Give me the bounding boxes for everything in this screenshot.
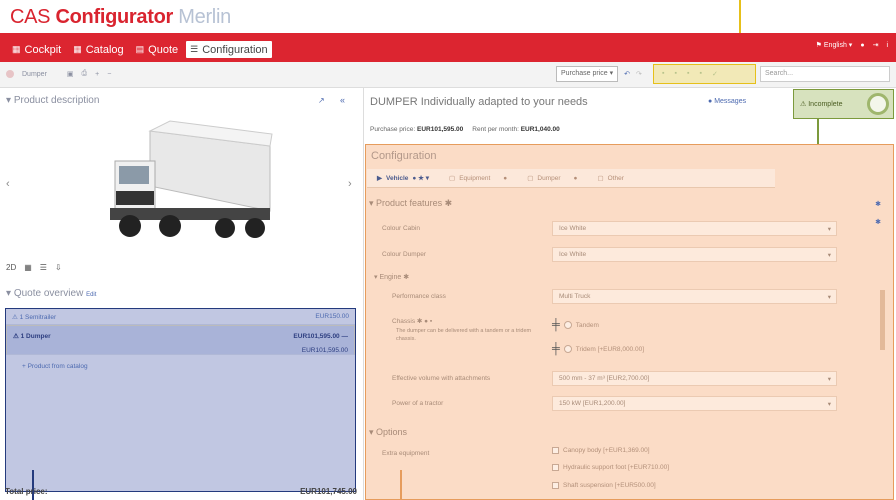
list-icon: ▤ (135, 44, 145, 54)
star-icon: ✱ (875, 219, 881, 226)
messages-link[interactable]: ● Messages (708, 98, 746, 105)
colour-cabin-select[interactable]: Ice White ▾ (552, 221, 837, 236)
language-select[interactable]: ⚑ English ▾ (816, 41, 853, 49)
user-icon[interactable]: ● (860, 42, 864, 49)
performance-label: Performance class (392, 293, 446, 300)
axle-icon: ╪ (552, 319, 560, 331)
truck-image (110, 120, 273, 238)
nav-configuration[interactable]: ☰ Configuration (186, 41, 272, 58)
collapse-icon[interactable]: « (340, 95, 345, 105)
quote-row-selected[interactable]: ⚠ 1 Dumper EUR101,595.00 — EUR101,595.00 (6, 325, 355, 355)
add-product-link[interactable]: + Product from catalog (6, 355, 355, 378)
external-link-icon[interactable]: ↗ (318, 96, 325, 105)
colour-dumper-label: Colour Dumper (382, 251, 427, 258)
info-icon[interactable]: i (886, 42, 888, 49)
edit-link[interactable]: Edit (86, 292, 96, 298)
chart-icon: ▦ (12, 44, 21, 54)
search-input[interactable]: Search... (760, 66, 890, 82)
axle-icon: ╪ (552, 343, 560, 355)
logout-icon[interactable]: ⇥ (873, 41, 879, 49)
tridem-option[interactable]: ╪ Tridem [+EUR8,000.00] (552, 343, 644, 355)
product-name: Dumper (22, 70, 47, 78)
product-title: DUMPER Individually adapted to your need… (370, 96, 588, 108)
extra-equipment-label: Extra equipment (382, 450, 430, 457)
extra-checkbox[interactable]: Shaft suspension [+EUR500.00] (552, 482, 656, 489)
print-icon[interactable]: ⎙ (82, 70, 88, 78)
tab-other[interactable]: ▢ Other (588, 169, 634, 187)
scrollbar[interactable] (880, 290, 885, 350)
config-callout-line (400, 470, 402, 500)
check-icon[interactable]: ✓ (712, 70, 718, 78)
progress-ring (867, 93, 889, 115)
colour-dumper-select[interactable]: Ice White ▾ (552, 247, 837, 262)
view-2d-button[interactable]: 2D (6, 263, 16, 272)
volume-label: Effective volume with attachments (392, 375, 491, 382)
main-nav: ▦ Cockpit ▦ Catalog ▤ Quote ☰ Configuration … (0, 33, 896, 62)
chassis-description: The dumper can be delivered with a tande… (396, 328, 532, 342)
extra-checkbox[interactable]: Hydraulic support foot [+EUR710.00] (552, 464, 669, 471)
brand-merlin: Merlin (178, 6, 231, 28)
options-header[interactable]: ▾ Options (369, 427, 407, 438)
price-summary: Purchase price: EUR101,595.00 Rent per m… (370, 126, 560, 133)
colour-cabin-label: Colour Cabin (382, 225, 420, 232)
power-select[interactable]: 150 kW [EUR1,200.00] ▾ (552, 396, 837, 411)
volume-select[interactable]: 500 mm - 37 m³ [EUR2,700.00] ▾ (552, 371, 837, 386)
tab-vehicle[interactable]: ▶ Vehicle ● ★ ▾ (367, 169, 439, 187)
lock-icon[interactable]: ▪ (674, 70, 676, 78)
add-icon[interactable]: + (95, 71, 99, 78)
brand-cas: CAS (10, 6, 51, 28)
nav-label: Configuration (202, 43, 268, 56)
total-price: Total price: EUR101,745.00 (5, 487, 357, 496)
extra-checkbox[interactable]: Canopy body [+EUR1,369.00] (552, 447, 650, 454)
remove-icon[interactable]: − (107, 71, 111, 78)
next-image-icon[interactable]: › (348, 178, 352, 190)
star-icon[interactable]: ▪ (699, 70, 701, 78)
configuration-title: Configuration (371, 150, 437, 162)
grid-icon: ▦ (73, 44, 82, 54)
star-icon: ✱ (875, 201, 881, 208)
config-tabs: ▶ Vehicle ● ★ ▾ ▢ Equipment ● ▢ Dumper ●… (367, 169, 775, 188)
tandem-option[interactable]: ╪ Tandem (552, 319, 599, 331)
prev-image-icon[interactable]: ‹ (6, 178, 10, 190)
performance-select[interactable]: Multi Truck ▾ (552, 289, 837, 304)
quote-overview-header[interactable]: ▾ Quote overview Edit (6, 288, 96, 299)
gallery-icon[interactable]: ▦ (24, 263, 32, 272)
nav-cockpit[interactable]: ▦ Cockpit (8, 41, 65, 58)
toolbar-highlight: ▪ ▪ ▪ ▪ ✓ (653, 64, 756, 84)
product-description-header[interactable]: ▾ Product description (6, 95, 99, 106)
configuration-panel: Configuration ▶ Vehicle ● ★ ▾ ▢ Equipmen… (365, 144, 894, 500)
product-features-header[interactable]: ▾ Product features ✱ (369, 198, 452, 209)
tab-dumper[interactable]: ▢ Dumper ● (517, 169, 587, 187)
sliders-icon: ☰ (190, 44, 199, 54)
redo-icon[interactable]: ↷ (636, 70, 642, 78)
engine-header[interactable]: ▾ Engine ✱ (374, 273, 409, 281)
tab-equipment[interactable]: ▢ Equipment ● (439, 169, 517, 187)
status-highlight: ⚠ Incomplete (793, 89, 894, 119)
list-view-icon[interactable]: ☰ (40, 263, 47, 272)
filter-icon[interactable]: ▪ (687, 70, 689, 78)
copy-icon[interactable]: ▪ (662, 70, 664, 78)
download-icon[interactable]: ⇩ (55, 263, 62, 272)
undo-icon[interactable]: ↶ (624, 70, 630, 78)
status-dot-icon (6, 70, 14, 78)
nav-quote[interactable]: ▤ Quote (132, 41, 182, 58)
power-label: Power of a tractor (392, 400, 444, 407)
quote-overview-list: ⚠ 1 Semitrailer EUR150.00 ⚠ 1 Dumper EUR… (5, 308, 356, 492)
nav-label: Quote (148, 43, 179, 56)
incomplete-status[interactable]: ⚠ Incomplete (800, 100, 842, 108)
nav-label: Catalog (85, 43, 124, 56)
nav-label: Cockpit (24, 43, 62, 56)
view-tools: 2D ▦ ☰ ⇩ (6, 263, 62, 272)
quote-row[interactable]: ⚠ 1 Semitrailer EUR150.00 (6, 309, 355, 325)
price-type-select[interactable]: Purchase price ▾ (556, 66, 619, 82)
nav-catalog[interactable]: ▦ Catalog (69, 41, 127, 58)
brand-configurator: Configurator (55, 6, 174, 28)
chassis-label: Chassis ✱ ● ▪ (392, 318, 433, 325)
app-header: CAS Configurator Merlin (0, 0, 896, 33)
save-icon[interactable]: ▣ (67, 70, 74, 78)
app-logo: CAS Configurator Merlin (10, 6, 231, 29)
